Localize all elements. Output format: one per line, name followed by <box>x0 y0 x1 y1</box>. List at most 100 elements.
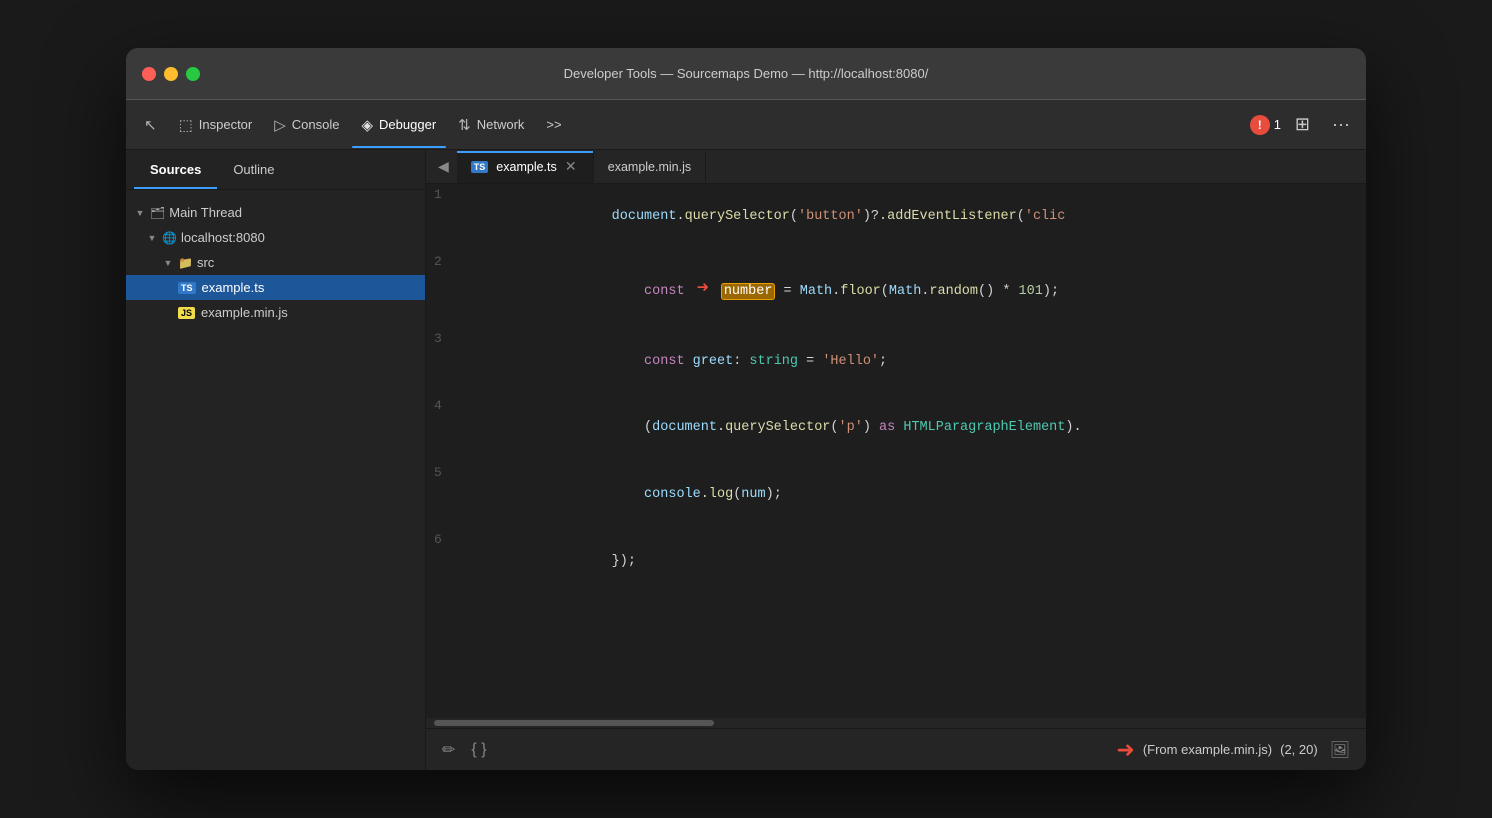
tree-localhost[interactable]: ▼ 🌐 localhost:8080 <box>126 225 425 250</box>
toolbar-right: ! 1 ⊞ ··· <box>1250 108 1358 141</box>
inspector-tab[interactable]: ⬚ Inspector <box>169 110 263 140</box>
close-button[interactable] <box>142 67 156 81</box>
console-label: Console <box>292 117 340 132</box>
tree-src-folder[interactable]: ▼ 📁 src <box>126 250 425 275</box>
error-badge: ! 1 <box>1250 115 1281 135</box>
format-label: { } <box>471 741 486 758</box>
error-count: 1 <box>1274 117 1281 132</box>
code-token <box>685 354 693 369</box>
settings-button[interactable]: ··· <box>1324 108 1358 141</box>
code-scroll-area[interactable]: 1 document.querySelector('button')?.addE… <box>426 184 1366 718</box>
code-token: ) <box>863 420 879 435</box>
code-token: num <box>741 487 765 502</box>
code-token: string <box>749 354 798 369</box>
horizontal-scrollbar[interactable] <box>426 718 1366 728</box>
error-icon: ! <box>1250 115 1270 135</box>
minimize-button[interactable] <box>164 67 178 81</box>
code-token: console <box>644 487 701 502</box>
pointer-icon: ↖ <box>144 116 157 134</box>
line-code-4: (document.querySelector('p') as HTMLPara… <box>458 395 1366 462</box>
editor-area: ◀ TS example.ts ✕ example.min.js <box>426 150 1366 770</box>
code-token: ); <box>1043 284 1059 299</box>
network-tab[interactable]: ⇅ Network <box>448 110 534 140</box>
code-token: querySelector <box>685 209 790 224</box>
editor-tab-example-min-js[interactable]: example.min.js <box>594 152 706 182</box>
line-num-6: 6 <box>426 529 458 596</box>
tree-file-example-min-js[interactable]: JS example.min.js <box>126 300 425 325</box>
pointer-tool-button[interactable]: ↖ <box>134 110 167 140</box>
sidebar-tabs: Sources Outline <box>126 150 425 190</box>
code-token: floor <box>840 284 881 299</box>
code-token: 'Hello' <box>822 354 879 369</box>
collapse-sidebar-button[interactable]: ◀ <box>430 150 457 183</box>
folder-icon-src: 📁 <box>178 256 193 270</box>
code-token: 'button' <box>798 209 863 224</box>
code-line-2: 2 const ➜ number = Math.floor(Math.rando… <box>426 251 1366 329</box>
traffic-lights <box>142 67 200 81</box>
code-line-1: 1 document.querySelector('button')?.addE… <box>426 184 1366 251</box>
format-button[interactable]: { } <box>467 737 490 763</box>
code-token: . <box>701 487 709 502</box>
line-code-5: console.log(num); <box>458 462 1366 529</box>
code-token: () * <box>978 284 1019 299</box>
title-bar: Developer Tools — Sourcemaps Demo — http… <box>126 48 1366 100</box>
expand-arrow-localhost: ▼ <box>146 233 158 243</box>
more-tabs-icon: >> <box>546 117 561 132</box>
network-icon: ⇅ <box>458 116 471 134</box>
scrollbar-thumb[interactable] <box>434 720 714 726</box>
code-token: querySelector <box>725 420 830 435</box>
code-token: const <box>644 354 685 369</box>
toolbar: ↖ ⬚ Inspector ▷ Console ◈ Debugger ⇅ Net… <box>126 100 1366 150</box>
tab-sources[interactable]: Sources <box>134 150 217 189</box>
line-code-2: const ➜ number = Math.floor(Math.random(… <box>458 251 1366 329</box>
code-token: as <box>879 420 895 435</box>
line-num-1: 1 <box>426 184 458 251</box>
debugger-label: Debugger <box>379 117 436 132</box>
code-line-5: 5 console.log(num); <box>426 462 1366 529</box>
code-token <box>612 284 644 299</box>
console-tab[interactable]: ▷ Console <box>264 110 349 140</box>
code-token: ( <box>881 284 889 299</box>
code-token: }); <box>612 554 636 569</box>
more-tabs-button[interactable]: >> <box>536 111 571 138</box>
sidebar: Sources Outline ▼ 🗂 Main Thread ▼ 🌐 loca… <box>126 150 426 770</box>
code-token: ( <box>612 420 653 435</box>
editor-tab-example-ts[interactable]: TS example.ts ✕ <box>457 151 594 183</box>
pretty-print-toggle[interactable]: ✏ <box>438 736 459 764</box>
code-token: )?. <box>863 209 887 224</box>
debugger-tab[interactable]: ◈ Debugger <box>352 110 447 140</box>
globe-icon: 🌐 <box>162 231 177 245</box>
code-token: Math <box>800 284 832 299</box>
arrow-indicator: ➜ <box>697 273 709 306</box>
source-map-settings-button[interactable]: 🖼 <box>1326 736 1354 764</box>
folder-icon-main: 🗂 <box>150 206 165 220</box>
code-line-4: 4 (document.querySelector('p') as HTMLPa… <box>426 395 1366 462</box>
status-bar: ✏ { } ➜ (From example.min.js) (2, 20) 🖼 <box>426 728 1366 770</box>
code-token: greet <box>693 354 734 369</box>
example-ts-label: example.ts <box>202 280 265 295</box>
window-title: Developer Tools — Sourcemaps Demo — http… <box>564 66 929 81</box>
close-tab-icon[interactable]: ✕ <box>563 159 579 175</box>
responsive-design-button[interactable]: ⊞ <box>1287 108 1318 141</box>
line-num-2: 2 <box>426 251 458 329</box>
js-badge-example-min: JS <box>178 307 195 319</box>
code-editor[interactable]: 1 document.querySelector('button')?.addE… <box>426 184 1366 596</box>
code-token: 101 <box>1019 284 1043 299</box>
line-num-3: 3 <box>426 328 458 395</box>
main-thread-label: Main Thread <box>169 205 242 220</box>
inspector-label: Inspector <box>199 117 252 132</box>
localhost-label: localhost:8080 <box>181 230 265 245</box>
example-min-js-label: example.min.js <box>201 305 288 320</box>
console-icon: ▷ <box>274 116 286 134</box>
code-token: Math <box>889 284 921 299</box>
code-token: ( <box>1017 209 1025 224</box>
line-code-3: const greet: string = 'Hello'; <box>458 328 1366 395</box>
tab-outline[interactable]: Outline <box>217 150 290 189</box>
line-code-1: document.querySelector('button')?.addEve… <box>458 184 1366 251</box>
tree-file-example-ts[interactable]: TS example.ts <box>126 275 425 300</box>
code-token: HTMLParagraphElement <box>903 420 1065 435</box>
tree-main-thread[interactable]: ▼ 🗂 Main Thread <box>126 200 425 225</box>
maximize-button[interactable] <box>186 67 200 81</box>
source-position-label: (2, 20) <box>1280 742 1318 757</box>
ts-badge-example: TS <box>178 282 196 294</box>
